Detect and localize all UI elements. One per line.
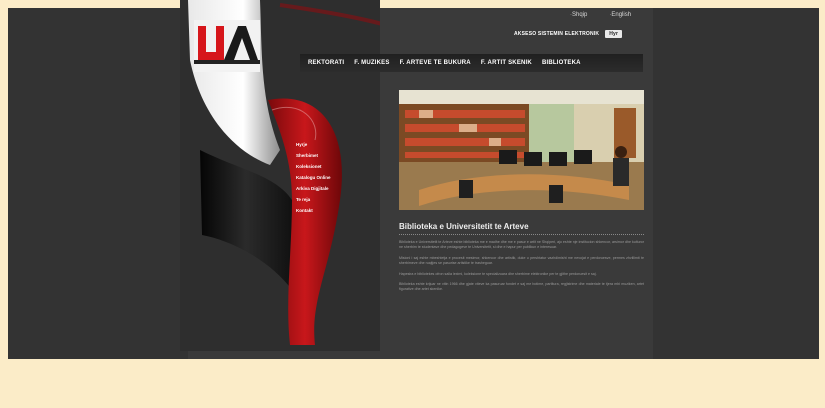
title-divider (399, 234, 644, 235)
page-title: Biblioteka e Universitetit te Arteve (399, 222, 529, 231)
login-row: AKSESO SISTEMIN ELEKTRONIK Hyr (514, 30, 623, 38)
sidebar-item-hyrje[interactable]: Hyrje (296, 142, 331, 147)
content-paragraph: Hapesira e bibliotekes ofron salla lexim… (399, 271, 597, 276)
library-photo (399, 90, 644, 210)
content-body: Biblioteka e Universitetit te Arteve esh… (399, 240, 644, 298)
content-paragraph: Biblioteka eshte krijuar ne vitin 1966 d… (399, 282, 644, 292)
login-label: AKSESO SISTEMIN ELEKTRONIK (514, 31, 600, 37)
nav-item-rektorati[interactable]: REKTORATI (308, 60, 344, 66)
sidebar-item-sherbimet[interactable]: Sherbimet (296, 153, 331, 158)
sidebar-item-kontakt[interactable]: Kontakt (296, 208, 331, 213)
content-paragraph: Biblioteka e Universitetit te Arteve esh… (399, 240, 644, 250)
language-link-english[interactable]: English (609, 12, 631, 18)
content-paragraph: Misioni i saj eshte mbeshtetja e procesi… (399, 255, 644, 266)
sidebar-item-katalogu-online[interactable]: Katalogu Online (296, 175, 331, 180)
sidebar-item-te-reja[interactable]: Te reja (296, 197, 331, 202)
sidebar-item-koleksionet[interactable]: Koleksionet (296, 164, 331, 169)
nav-item-f-artit-skenik[interactable]: F. ARTIT SKENIK (481, 60, 532, 66)
nav-item-f-muzikes[interactable]: F. MUZIKES (354, 60, 389, 66)
language-link-shqip[interactable]: Shqip (570, 12, 587, 18)
top-border-strip (0, 0, 825, 8)
nav-item-biblioteka[interactable]: BIBLIOTEKA (542, 60, 581, 66)
language-links: Shqip English (570, 12, 631, 18)
sidebar-item-arkiva-digjitale[interactable]: Arkiva Digjitale (296, 186, 331, 191)
sidebar-menu: Hyrje Sherbimet Koleksionet Katalogu Onl… (296, 142, 331, 213)
main-nav: REKTORATI F. MUZIKES F. ARTEVE TE BUKURA… (300, 54, 643, 72)
nav-item-f-arteve-te-bukura[interactable]: F. ARTEVE TE BUKURA (400, 60, 471, 66)
login-button[interactable]: Hyr (605, 30, 623, 38)
university-logo[interactable] (194, 20, 260, 72)
